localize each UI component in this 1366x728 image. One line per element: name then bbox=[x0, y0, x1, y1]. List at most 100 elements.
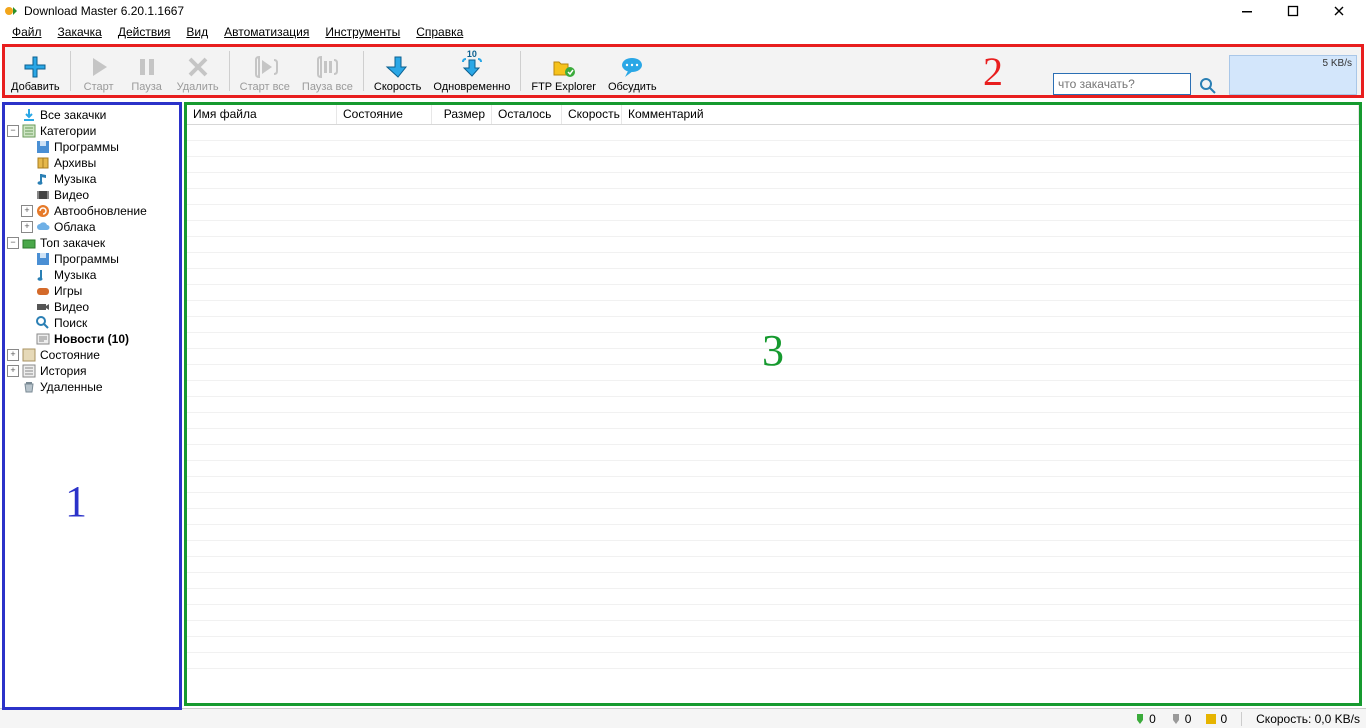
news-icon bbox=[35, 331, 51, 347]
expand-icon[interactable]: + bbox=[21, 221, 33, 233]
speed-value: 5 KB/s bbox=[1323, 58, 1352, 69]
tree-cat-clouds[interactable]: + Облака bbox=[7, 219, 177, 235]
tree-deleted[interactable]: Удаленные bbox=[7, 379, 177, 395]
separator bbox=[70, 51, 71, 91]
search-input[interactable] bbox=[1053, 73, 1191, 95]
start-all-button[interactable]: Старт все bbox=[234, 47, 296, 95]
discuss-button[interactable]: Обсудить bbox=[602, 47, 663, 95]
table-row bbox=[187, 189, 1359, 205]
table-row bbox=[187, 493, 1359, 509]
tree-cat-video[interactable]: Видео bbox=[7, 187, 177, 203]
tree-cat-programs[interactable]: Программы bbox=[7, 139, 177, 155]
play-all-icon bbox=[252, 54, 278, 80]
autoupdate-icon bbox=[35, 203, 51, 219]
camera-icon bbox=[35, 299, 51, 315]
down-count-icon: 10 bbox=[459, 54, 485, 80]
close-button[interactable] bbox=[1316, 0, 1362, 22]
tree-cat-archives[interactable]: Архивы bbox=[7, 155, 177, 171]
tree-all-downloads[interactable]: Все закачки bbox=[7, 107, 177, 123]
ftp-button[interactable]: FTP Explorer bbox=[525, 47, 602, 95]
tree-history[interactable]: + История bbox=[7, 363, 177, 379]
pause-all-icon bbox=[314, 54, 340, 80]
tree-top-search[interactable]: Поиск bbox=[7, 315, 177, 331]
down-arrow-icon bbox=[385, 54, 411, 80]
menu-tools[interactable]: Инструменты bbox=[317, 23, 408, 41]
top-icon bbox=[21, 235, 37, 251]
table-row bbox=[187, 541, 1359, 557]
tree-top-downloads[interactable]: − Топ закачек bbox=[7, 235, 177, 251]
expand-icon[interactable]: + bbox=[7, 349, 19, 361]
table-row bbox=[187, 461, 1359, 477]
tree-top-video[interactable]: Видео bbox=[7, 299, 177, 315]
menu-actions[interactable]: Действия bbox=[110, 23, 179, 41]
collapse-icon[interactable]: − bbox=[7, 237, 19, 249]
col-size[interactable]: Размер bbox=[432, 105, 492, 124]
yellow-dot-icon bbox=[1205, 713, 1217, 725]
tree-status[interactable]: + Состояние bbox=[7, 347, 177, 363]
titlebar: Download Master 6.20.1.1667 bbox=[0, 0, 1366, 22]
gray-dot-icon bbox=[1170, 713, 1182, 725]
games-icon bbox=[35, 283, 51, 299]
tree-top-programs[interactable]: Программы bbox=[7, 251, 177, 267]
start-all-label: Старт все bbox=[240, 81, 290, 93]
menu-view[interactable]: Вид bbox=[178, 23, 216, 41]
search-tree-icon bbox=[35, 315, 51, 331]
search-icon[interactable] bbox=[1199, 77, 1217, 95]
tree-top-music[interactable]: Музыка bbox=[7, 267, 177, 283]
col-filename[interactable]: Имя файла bbox=[187, 105, 337, 124]
separator bbox=[229, 51, 230, 91]
archive-icon bbox=[35, 155, 51, 171]
cloud-icon bbox=[35, 219, 51, 235]
pause-all-button[interactable]: Пауза все bbox=[296, 47, 359, 95]
downloads-icon bbox=[21, 107, 37, 123]
grid-body[interactable]: 3 bbox=[187, 125, 1359, 703]
tree-top-games[interactable]: Игры bbox=[7, 283, 177, 299]
annotation-toolbar: 2 bbox=[983, 48, 1003, 95]
pause-button[interactable]: Пауза bbox=[123, 47, 171, 95]
speed-button[interactable]: Скорость bbox=[368, 47, 428, 95]
add-button[interactable]: Добавить bbox=[5, 47, 66, 95]
col-remaining[interactable]: Осталось bbox=[492, 105, 562, 124]
menu-automation[interactable]: Автоматизация bbox=[216, 23, 317, 41]
menu-download[interactable]: Закачка bbox=[50, 23, 110, 41]
col-comment[interactable]: Комментарий bbox=[622, 105, 1359, 124]
list-icon bbox=[21, 123, 37, 139]
table-row bbox=[187, 605, 1359, 621]
table-row bbox=[187, 637, 1359, 653]
concurrent-button[interactable]: 10 Одновременно bbox=[427, 47, 516, 95]
expand-icon[interactable]: + bbox=[7, 365, 19, 377]
delete-label: Удалить bbox=[177, 81, 219, 93]
minimize-button[interactable] bbox=[1224, 0, 1270, 22]
table-row bbox=[187, 589, 1359, 605]
tree-cat-autoupdate[interactable]: + Автообновление bbox=[7, 203, 177, 219]
grid-header: Имя файла Состояние Размер Осталось Скор… bbox=[187, 105, 1359, 125]
x-icon bbox=[185, 54, 211, 80]
tree-top-news[interactable]: Новости (10) bbox=[7, 331, 177, 347]
collapse-icon[interactable]: − bbox=[7, 125, 19, 137]
music-icon bbox=[35, 171, 51, 187]
pause-label: Пауза bbox=[131, 81, 162, 93]
divider bbox=[1241, 712, 1242, 726]
table-row bbox=[187, 653, 1359, 669]
maximize-button[interactable] bbox=[1270, 0, 1316, 22]
col-status[interactable]: Состояние bbox=[337, 105, 432, 124]
table-row bbox=[187, 525, 1359, 541]
delete-button[interactable]: Удалить bbox=[171, 47, 225, 95]
menu-file[interactable]: Файл bbox=[4, 23, 50, 41]
tree-cat-music[interactable]: Музыка bbox=[7, 171, 177, 187]
expand-icon[interactable]: + bbox=[21, 205, 33, 217]
table-row bbox=[187, 621, 1359, 637]
table-row bbox=[187, 253, 1359, 269]
trash-icon bbox=[21, 379, 37, 395]
table-row bbox=[187, 221, 1359, 237]
annotation-sidebar: 1 bbox=[65, 476, 87, 527]
tree-categories[interactable]: − Категории bbox=[7, 123, 177, 139]
plus-icon bbox=[22, 54, 48, 80]
add-label: Добавить bbox=[11, 81, 60, 93]
table-row bbox=[187, 397, 1359, 413]
start-button[interactable]: Старт bbox=[75, 47, 123, 95]
sidebar-region: Все закачки − Категории Программы Архивы bbox=[2, 102, 182, 710]
table-row bbox=[187, 269, 1359, 285]
menu-help[interactable]: Справка bbox=[408, 23, 471, 41]
col-speed[interactable]: Скорость bbox=[562, 105, 622, 124]
